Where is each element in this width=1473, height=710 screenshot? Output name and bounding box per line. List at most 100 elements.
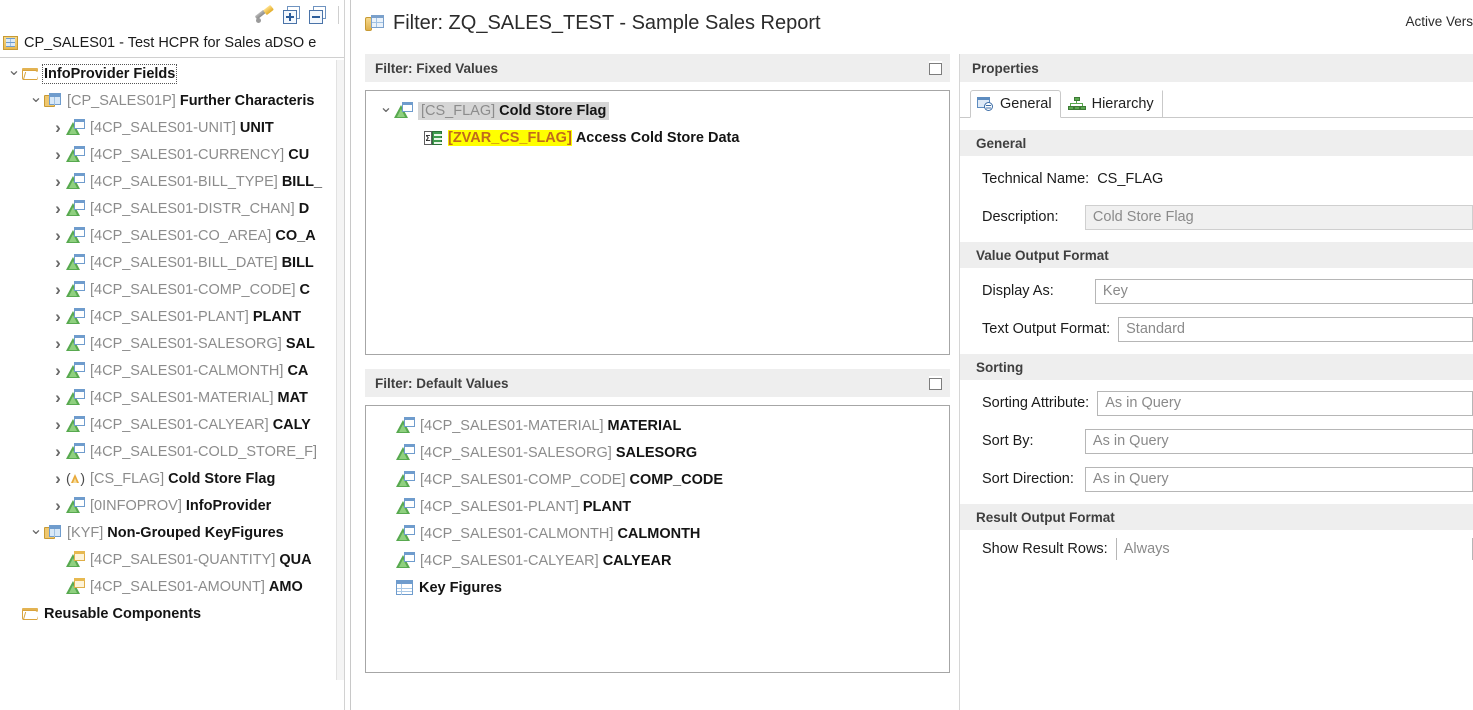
display-as-row: Display As: Key	[960, 276, 1473, 306]
filter-list-item-label: [4CP_SALES01-CALMONTH] CALMONTH	[420, 526, 700, 542]
tree-item[interactable]: [CP_SALES01P] Further Characteris	[0, 87, 345, 114]
chevron-down-icon[interactable]	[28, 525, 44, 541]
tree-item[interactable]: [0INFOPROV] InfoProvider	[0, 492, 345, 519]
chevron-right-icon[interactable]	[50, 119, 66, 136]
show-result-rows-dropdown[interactable]: Always	[1115, 538, 1473, 560]
default-values-list[interactable]: [4CP_SALES01-MATERIAL] MATERIAL [4CP_SALE…	[365, 405, 950, 673]
panel-splitter[interactable]	[344, 0, 345, 710]
text-output-format-dropdown[interactable]: Standard	[1118, 316, 1473, 342]
chevron-down-icon[interactable]	[6, 66, 22, 82]
description-field[interactable]: Cold Store Flag	[1084, 204, 1473, 230]
infoprovider-tree-panel: CP_SALES01 - Test HCPR for Sales aDSO e …	[0, 0, 345, 710]
chevron-right-icon[interactable]	[50, 389, 66, 406]
tree-item-description: CA	[287, 362, 309, 379]
tree-item[interactable]: [4CP_SALES01-QUANTITY] QUA	[0, 546, 345, 573]
result-output-format-title: Result Output Format	[976, 509, 1115, 525]
chevron-right-icon[interactable]	[50, 200, 66, 217]
maximize-icon[interactable]	[929, 376, 942, 390]
filter-list-item[interactable]: Σ [ZVAR_CS_FLAG] Access Cold Store Data	[370, 124, 945, 151]
tree-item[interactable]: [4CP_SALES01-DISTR_CHAN] D	[0, 195, 345, 222]
tree-item[interactable]: [4CP_SALES01-COLD_STORE_F]	[0, 438, 345, 465]
tree-item[interactable]: [4CP_SALES01-BILL_TYPE] BILL_	[0, 168, 345, 195]
app-screen: CP_SALES01 - Test HCPR for Sales aDSO e …	[0, 0, 1473, 710]
infoprovider-tree[interactable]: InfoProvider Fields [CP_SALES01P] Further…	[0, 60, 345, 710]
chevron-down-icon[interactable]	[378, 103, 394, 119]
general-group-header: General	[960, 130, 1473, 156]
filter-list-item[interactable]: [4CP_SALES01-PLANT] PLANT	[370, 493, 945, 520]
fixed-values-title: Filter: Fixed Values	[375, 60, 499, 76]
filter-list-item[interactable]: [4CP_SALES01-CALYEAR] CALYEAR	[370, 547, 945, 574]
tree-item[interactable]: [KYF] Non-Grouped KeyFigures	[0, 519, 345, 546]
edit-wand-icon[interactable]	[254, 4, 275, 25]
tree-item-label: [4CP_SALES01-DISTR_CHAN] D	[90, 201, 309, 217]
infoprovider-root-row[interactable]: CP_SALES01 - Test HCPR for Sales aDSO e	[0, 30, 345, 56]
filter-list-item[interactable]: [CS_FLAG] Cold Store Flag	[370, 97, 945, 124]
tree-item[interactable]: [4CP_SALES01-CURRENCY] CU	[0, 141, 345, 168]
tree-item[interactable]: [4CP_SALES01-CALMONTH] CA	[0, 357, 345, 384]
tree-item[interactable]: InfoProvider Fields	[0, 60, 345, 87]
display-as-dropdown[interactable]: Key	[1094, 278, 1473, 304]
tree-item-description: CO_A	[275, 227, 316, 244]
collapse-all-icon[interactable]	[309, 6, 327, 24]
tree-item-technical-name: [4CP_SALES01-PLANT]	[90, 308, 253, 325]
filter-list-item-label: [4CP_SALES01-SALESORG] SALESORG	[420, 445, 697, 461]
chevron-right-icon[interactable]	[50, 470, 66, 487]
tree-item-technical-name: [4CP_SALES01-CURRENCY]	[90, 146, 289, 163]
tree-item[interactable]: () [CS_FLAG] Cold Store Flag	[0, 465, 345, 492]
chevron-right-icon[interactable]	[50, 173, 66, 190]
filter-list-item[interactable]: [4CP_SALES01-SALESORG] SALESORG	[370, 439, 945, 466]
sort-direction-dropdown[interactable]: As in Query	[1084, 466, 1473, 492]
chevron-right-icon[interactable]	[50, 254, 66, 271]
characteristic-icon	[396, 471, 415, 488]
display-as-label: Display As:	[982, 283, 1054, 299]
general-tab-icon	[977, 96, 994, 112]
chevron-down-icon[interactable]	[28, 93, 44, 109]
technical-name-value: CS_FLAG	[1097, 171, 1164, 187]
filter-item-description: CALYEAR	[602, 552, 672, 569]
tree-item-description: D	[298, 200, 310, 217]
chevron-right-icon[interactable]	[50, 416, 66, 433]
filter-list-item[interactable]: Key Figures	[370, 574, 945, 601]
fixed-values-list[interactable]: [CS_FLAG] Cold Store Flag Σ [ZVAR_CS_FLAG]…	[365, 90, 950, 355]
chevron-right-icon[interactable]	[50, 146, 66, 163]
filter-item-description: MATERIAL	[607, 417, 682, 434]
chevron-right-icon[interactable]	[50, 227, 66, 244]
expand-all-icon[interactable]	[283, 6, 301, 24]
tree-item-description: QUA	[279, 551, 312, 568]
tab-general[interactable]: General	[970, 90, 1061, 118]
filter-item-description: PLANT	[582, 498, 632, 515]
tree-item[interactable]: [4CP_SALES01-COMP_CODE] C	[0, 276, 345, 303]
maximize-icon[interactable]	[929, 61, 942, 75]
filter-item-description: CALMONTH	[617, 525, 701, 542]
characteristic-icon	[66, 443, 85, 460]
chevron-right-icon[interactable]	[50, 335, 66, 352]
tree-item[interactable]: Reusable Components	[0, 600, 345, 627]
dialog-body: Filter: Fixed Values [CS_FLAG] Cold Stor…	[351, 46, 1473, 710]
description-row: Description: Cold Store Flag	[960, 202, 1473, 232]
tree-item[interactable]: [4CP_SALES01-AMOUNT] AMO	[0, 573, 345, 600]
sorting-attribute-dropdown[interactable]: As in Query	[1097, 390, 1473, 416]
tree-item[interactable]: [4CP_SALES01-MATERIAL] MAT	[0, 384, 345, 411]
filter-list-item[interactable]: [4CP_SALES01-CALMONTH] CALMONTH	[370, 520, 945, 547]
tree-item-technical-name: [4CP_SALES01-CALYEAR]	[90, 416, 273, 433]
characteristic-icon	[66, 416, 85, 433]
filter-list-item[interactable]: [4CP_SALES01-MATERIAL] MATERIAL	[370, 412, 945, 439]
tree-item[interactable]: [4CP_SALES01-CO_AREA] CO_A	[0, 222, 345, 249]
chevron-right-icon[interactable]	[50, 281, 66, 298]
chevron-right-icon[interactable]	[50, 443, 66, 460]
sort-by-dropdown[interactable]: As in Query	[1084, 428, 1473, 454]
chevron-right-icon[interactable]	[50, 362, 66, 379]
tree-item[interactable]: [4CP_SALES01-BILL_DATE] BILL	[0, 249, 345, 276]
chevron-right-icon[interactable]	[50, 308, 66, 325]
chevron-right-icon[interactable]	[50, 497, 66, 514]
characteristic-icon	[66, 389, 85, 406]
tree-item[interactable]: [4CP_SALES01-SALESORG] SAL	[0, 330, 345, 357]
characteristic-icon	[66, 146, 85, 163]
tree-item[interactable]: [4CP_SALES01-PLANT] PLANT	[0, 303, 345, 330]
tree-item[interactable]: [4CP_SALES01-CALYEAR] CALY	[0, 411, 345, 438]
filter-list-item[interactable]: [4CP_SALES01-COMP_CODE] COMP_CODE	[370, 466, 945, 493]
tab-hierarchy[interactable]: Hierarchy	[1061, 90, 1163, 118]
tree-scrollbar[interactable]	[336, 60, 344, 680]
tree-item[interactable]: [4CP_SALES01-UNIT] UNIT	[0, 114, 345, 141]
keyfigures-table-icon	[396, 580, 413, 595]
